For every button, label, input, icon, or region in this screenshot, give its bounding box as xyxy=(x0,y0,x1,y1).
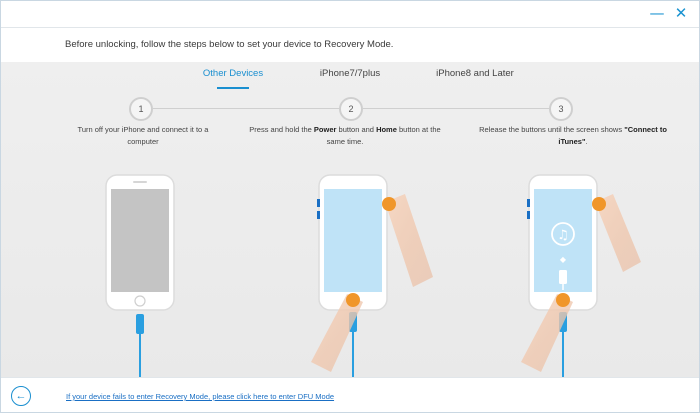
minimize-icon[interactable]: — xyxy=(647,4,667,22)
cable-connector xyxy=(136,314,144,334)
step-illustrations: ♫ ◆ xyxy=(105,174,641,377)
recovery-mode-window: — ✕ Before unlocking, follow the steps b… xyxy=(0,0,700,413)
close-icon[interactable]: ✕ xyxy=(671,4,691,22)
svg-text:♫: ♫ xyxy=(557,228,569,243)
svg-text:◆: ◆ xyxy=(560,255,567,264)
instruction-text: Before unlocking, follow the steps below… xyxy=(65,39,394,50)
instruction-header: Before unlocking, follow the steps below… xyxy=(1,27,699,62)
phone-3-illustration: ♫ ◆ xyxy=(521,174,641,377)
footer: ← If your device fails to enter Recovery… xyxy=(1,377,699,412)
home-press-indicator xyxy=(346,293,360,307)
dfu-mode-link[interactable]: If your device fails to enter Recovery M… xyxy=(66,392,334,401)
main-content: Other Devices iPhone7/7plus iPhone8 and … xyxy=(1,62,699,377)
lightning-cable-icon xyxy=(559,270,567,284)
title-bar: — ✕ xyxy=(1,1,699,27)
phone-2-illustration xyxy=(311,174,433,377)
phone-2-screen xyxy=(324,189,382,292)
phone-1-screen xyxy=(111,189,169,292)
power-press-indicator xyxy=(382,197,396,211)
phone-1-illustration xyxy=(105,174,175,377)
back-arrow-icon[interactable]: ← xyxy=(11,386,31,406)
